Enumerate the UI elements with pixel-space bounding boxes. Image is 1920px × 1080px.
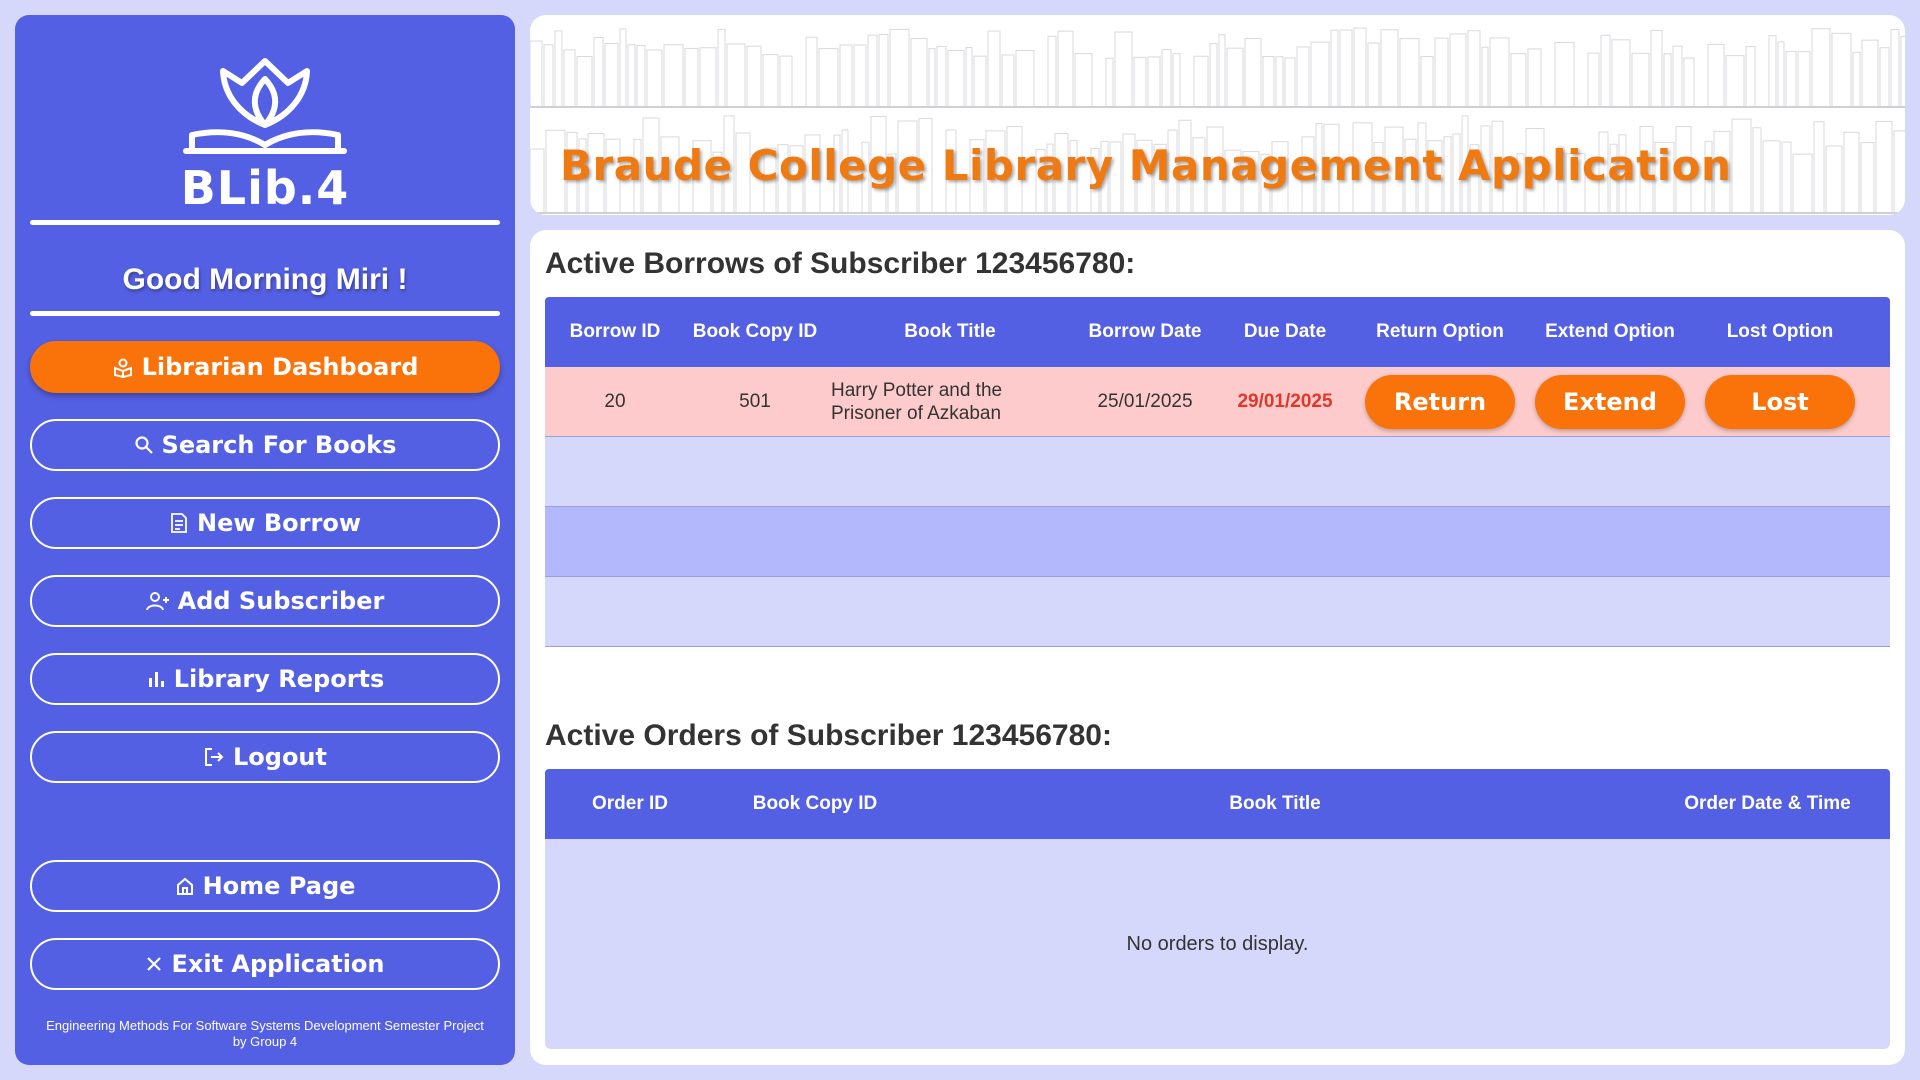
nav-label: Logout [232, 743, 327, 771]
divider [30, 311, 500, 316]
column-header[interactable]: Extend Option [1525, 297, 1695, 367]
home-icon [176, 877, 193, 895]
nav-label: Add Subscriber [177, 587, 385, 615]
extend-button[interactable]: Extend [1535, 374, 1685, 429]
column-header[interactable]: Order Date & Time [1645, 769, 1890, 839]
book-user-icon [113, 358, 132, 378]
empty-table-row [545, 507, 1890, 577]
orders-table-header: Order ID Book Copy ID Book Title Order D… [545, 769, 1890, 839]
extend-option-cell: Extend [1525, 367, 1695, 436]
column-header[interactable]: Book Copy ID [715, 769, 915, 839]
sidebar: BLib.4 Good Morning Miri ! Librarian Das… [15, 15, 515, 1065]
search-for-books-button[interactable]: Search For Books [30, 419, 500, 471]
borrows-table: Borrow ID Book Copy ID Book Title Borrow… [545, 297, 1890, 647]
orders-empty-state: No orders to display. [545, 839, 1890, 1049]
column-header[interactable]: Borrow Date [1075, 297, 1215, 367]
nav-label: Librarian Dashboard [141, 353, 419, 381]
footer-line: Engineering Methods For Software Systems… [46, 1018, 484, 1033]
empty-table-row [545, 437, 1890, 507]
borrows-table-header: Borrow ID Book Copy ID Book Title Borrow… [545, 297, 1890, 367]
column-header[interactable]: Book Copy ID [685, 297, 825, 367]
logout-button[interactable]: Logout [30, 731, 500, 783]
column-header[interactable]: Return Option [1355, 297, 1525, 367]
book-title-cell: Harry Potter and the Prisoner of Azkaban [831, 367, 1071, 436]
empty-message: No orders to display. [1126, 932, 1309, 955]
book-copy-id-cell: 501 [739, 390, 771, 412]
user-plus-icon [145, 592, 169, 611]
borrows-section-title: Active Borrows of Subscriber 123456780: [545, 247, 1136, 280]
orders-table: Order ID Book Copy ID Book Title Order D… [545, 769, 1890, 1049]
library-reports-button[interactable]: Library Reports [30, 653, 500, 705]
logout-icon [204, 748, 224, 766]
close-icon [147, 957, 162, 971]
nav-label: Library Reports [173, 665, 385, 693]
column-header[interactable]: Borrow ID [545, 297, 685, 367]
nav-label: Home Page [202, 872, 356, 900]
add-subscriber-button[interactable]: Add Subscriber [30, 575, 500, 627]
home-page-button[interactable]: Home Page [30, 860, 500, 912]
nav-label: Search For Books [161, 431, 397, 459]
column-header[interactable]: Book Title [825, 297, 1075, 367]
book-title-line: Harry Potter and the [831, 379, 1003, 401]
lotus-book-logo-icon [183, 58, 347, 154]
search-icon [134, 436, 153, 454]
logo-text: BLib.4 [180, 161, 350, 215]
column-header[interactable]: Order ID [545, 769, 715, 839]
empty-table-row [545, 577, 1890, 647]
divider [30, 220, 500, 225]
return-option-cell: Return [1355, 367, 1525, 436]
footer-line: by Group 4 [232, 1034, 298, 1049]
nav-label: Exit Application [171, 950, 385, 978]
column-header[interactable]: Due Date [1215, 297, 1355, 367]
footer-credits: Engineering Methods For Software Systems… [15, 1018, 515, 1050]
table-row[interactable]: 20 501 Harry Potter and the Prisoner of … [545, 367, 1890, 437]
header-banner: Braude College Library Management Applic… [530, 15, 1905, 215]
app-logo: BLib.4 [15, 53, 515, 215]
return-button[interactable]: Return [1365, 374, 1515, 429]
book-title-line: Prisoner of Azkaban [831, 402, 1002, 424]
borrow-date-cell: 25/01/2025 [1097, 390, 1193, 412]
borrow-id-cell: 20 [604, 390, 626, 412]
lost-button[interactable]: Lost [1705, 374, 1855, 429]
exit-application-button[interactable]: Exit Application [30, 938, 500, 990]
lost-option-cell: Lost [1695, 367, 1865, 436]
document-icon [171, 513, 187, 533]
greeting-text: Good Morning Miri ! [122, 263, 408, 296]
app-title: Braude College Library Management Applic… [560, 141, 1732, 190]
due-date-cell: 29/01/2025 [1237, 390, 1333, 412]
column-header[interactable]: Lost Option [1695, 297, 1865, 367]
new-borrow-button[interactable]: New Borrow [30, 497, 500, 549]
nav-label: New Borrow [196, 509, 361, 537]
bar-chart-icon [148, 672, 164, 687]
column-header[interactable]: Book Title [915, 769, 1635, 839]
librarian-dashboard-button[interactable]: Librarian Dashboard [30, 341, 500, 393]
main-panel: Active Borrows of Subscriber 123456780: … [530, 230, 1905, 1065]
orders-section-title: Active Orders of Subscriber 123456780: [545, 719, 1112, 752]
